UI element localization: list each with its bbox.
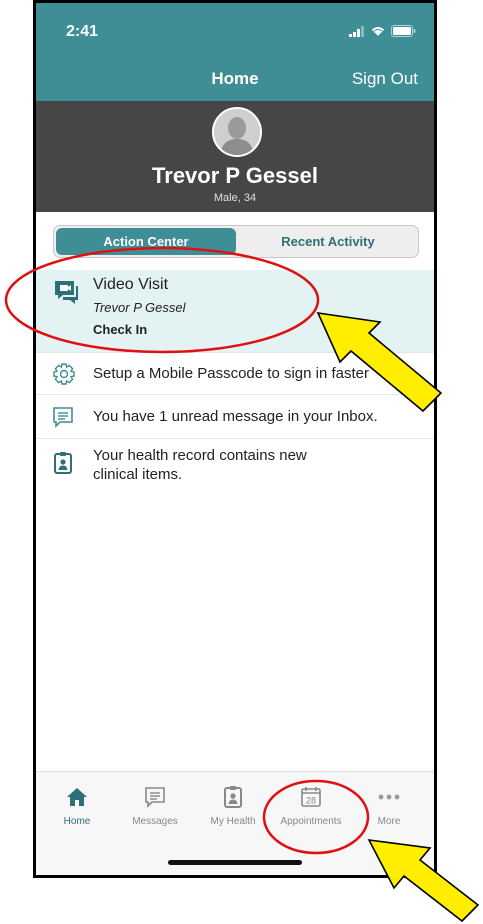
health-record-item[interactable]: Your health record contains new clinical… [36, 439, 434, 507]
tab-my-health[interactable]: My Health [198, 785, 268, 827]
phone-screen: 2:41 Home Sign Out Trevor P Gessel Male,… [33, 0, 437, 878]
tab-my-health-label: My Health [210, 816, 256, 827]
unread-message-item[interactable]: You have 1 unread message in your Inbox. [36, 395, 434, 439]
status-time: 2:41 [66, 23, 99, 40]
sign-out-button[interactable]: Sign Out [352, 69, 418, 89]
patient-name: Trevor P Gessel [152, 163, 318, 188]
calendar-icon: 28 [301, 787, 321, 807]
tab-more-label: More [377, 816, 401, 827]
check-in-link[interactable]: Check In [93, 322, 424, 337]
tab-action-center[interactable]: Action Center [56, 228, 236, 255]
video-visit-patient: Trevor P Gessel [93, 300, 186, 315]
video-visit-title: Video Visit [93, 276, 169, 293]
tab-more[interactable]: More [354, 785, 424, 827]
status-bar: 2:41 [36, 3, 434, 61]
tab-messages[interactable]: Messages [120, 785, 190, 827]
tab-home-label: Home [63, 816, 91, 827]
home-icon [67, 788, 87, 806]
profile-header: Trevor P Gessel Male, 34 [36, 101, 434, 212]
home-indicator [168, 860, 302, 865]
navigation-bar: Home Sign Out [36, 61, 434, 101]
status-icons [349, 25, 416, 37]
calendar-day: 28 [306, 796, 316, 806]
messages-icon [145, 787, 165, 808]
passcode-text: Setup a Mobile Passcode to sign in faste… [93, 365, 369, 382]
patient-info: Male, 34 [213, 192, 257, 204]
battery-icon [391, 25, 416, 37]
tab-recent-activity[interactable]: Recent Activity [238, 226, 418, 257]
more-icon [378, 794, 400, 800]
passcode-item[interactable]: Setup a Mobile Passcode to sign in faste… [36, 353, 434, 395]
tab-messages-label: Messages [132, 816, 178, 827]
health-record-text-line2: clinical items. [93, 466, 183, 483]
video-visit-item[interactable]: Video Visit Trevor P Gessel Check In [36, 270, 434, 353]
person-silhouette-icon [214, 109, 260, 155]
health-record-text-line1: Your health record contains new [93, 447, 307, 464]
my-health-icon [224, 786, 242, 808]
action-list: Video Visit Trevor P Gessel Check In Set… [36, 270, 434, 507]
wifi-icon [371, 27, 385, 36]
health-record-icon [54, 452, 72, 474]
video-chat-icon [55, 281, 78, 304]
message-icon [53, 407, 73, 428]
bottom-tab-bar: Home Messages My Health 28 Appointments … [36, 771, 434, 875]
avatar[interactable] [212, 107, 262, 157]
tab-home[interactable]: Home [42, 785, 112, 827]
tab-appointments-label: Appointments [280, 816, 342, 827]
signal-icon [349, 25, 364, 37]
tab-appointments[interactable]: 28 Appointments [276, 785, 346, 827]
segmented-control: Action Center Recent Activity [53, 225, 419, 258]
gear-icon [53, 363, 75, 385]
unread-message-text: You have 1 unread message in your Inbox. [93, 408, 378, 425]
